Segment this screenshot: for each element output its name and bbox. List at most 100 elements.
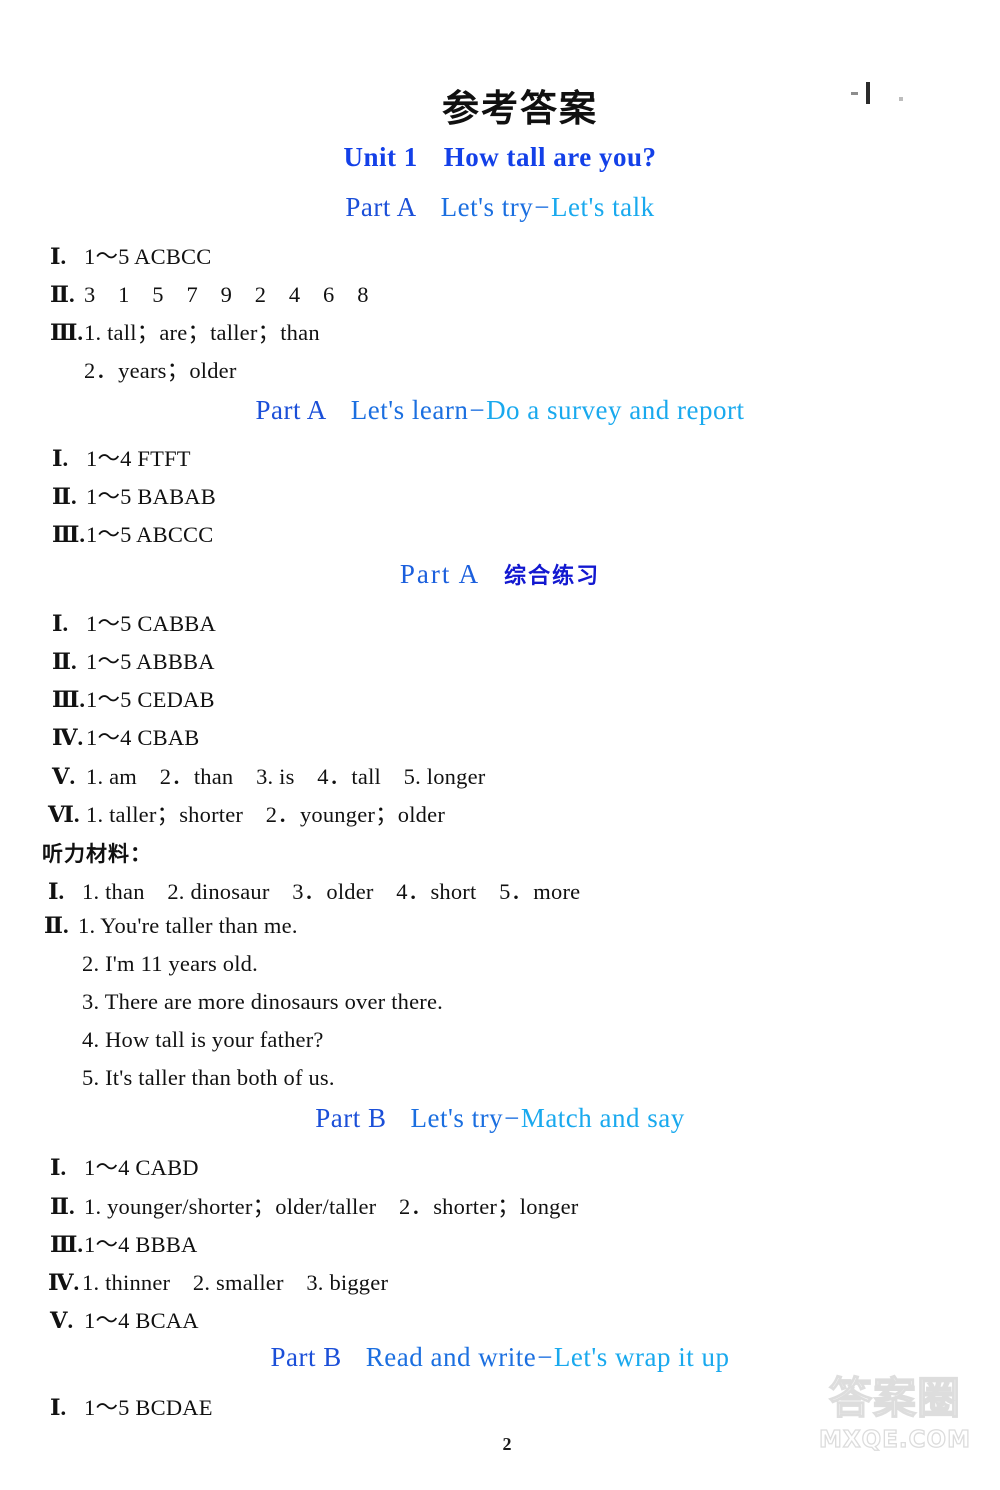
- answer-numeral: Ⅰ.: [50, 1395, 67, 1420]
- section-heading-part-a-lets-try: Part A Let's try−Let's talk: [0, 192, 1000, 223]
- answer-text: 2. I'm 11 years old.: [82, 951, 258, 976]
- answer-numeral: Ⅰ.: [52, 611, 69, 636]
- answer-text: 1～5 BABAB: [86, 484, 216, 509]
- unit-number-label: Unit 1: [343, 142, 418, 172]
- watermark: 答案圈 MXQE.COM: [800, 1374, 990, 1482]
- answer-key-page: 参考答案 Unit 1 How tall are you? Part A Let's…: [0, 0, 1000, 1490]
- answer-text: 1～5 BCDAE: [84, 1395, 213, 1420]
- part-dash: −: [537, 1342, 553, 1372]
- part-label: Part A: [345, 192, 417, 222]
- answer-line: Ⅱ. 3 1 5 7 9 2 4 6 8: [50, 277, 369, 309]
- answer-line: 2．years；older: [84, 353, 237, 385]
- answer-line: Ⅴ. 1～4 BCAA: [50, 1303, 199, 1335]
- answer-numeral: Ⅳ.: [48, 1270, 80, 1295]
- answer-line: 3. There are more dinosaurs over there.: [82, 989, 443, 1015]
- unit-name: How tall are you?: [443, 142, 657, 172]
- answer-numeral: Ⅰ.: [52, 446, 69, 471]
- answer-text: 1～4 BBBA: [84, 1232, 198, 1257]
- answer-numeral: Ⅴ.: [50, 1308, 74, 1333]
- answer-line: 4. How tall is your father?: [82, 1027, 324, 1053]
- answer-line: Ⅱ. 1. younger/shorter；older/taller 2．shor…: [50, 1189, 578, 1221]
- answer-text: 1～5 CEDAB: [86, 687, 215, 712]
- answer-line: Ⅱ. 1. You're taller than me.: [44, 913, 298, 939]
- answer-text: 1～5 ACBCC: [84, 244, 212, 269]
- answer-line: Ⅰ. 1～5 BCDAE: [50, 1390, 213, 1422]
- part-sub-left: Read and write: [365, 1342, 537, 1372]
- answer-line: Ⅲ.1. tall；are；taller；than: [50, 315, 320, 347]
- answer-line: Ⅲ.1～5 CEDAB: [52, 682, 215, 714]
- answer-numeral: Ⅲ.: [50, 320, 84, 345]
- answer-text: 2．years；older: [84, 358, 237, 383]
- part-label: Part B: [315, 1103, 387, 1133]
- unit-title: Unit 1 How tall are you?: [0, 142, 1000, 173]
- part-sub-right: Let's talk: [551, 192, 655, 222]
- answer-numeral: Ⅱ.: [44, 913, 69, 938]
- answer-line: Ⅲ.1～4 BBBA: [50, 1227, 198, 1259]
- part-sub-left: Let's try: [440, 192, 534, 222]
- answer-numeral: Ⅲ.: [50, 1232, 84, 1257]
- answer-text: 1. younger/shorter；older/taller 2．shorte…: [84, 1194, 579, 1219]
- part-sub-right: Match and say: [520, 1103, 685, 1133]
- answer-line: Ⅴ. 1. am 2．than 3. is 4．tall 5. longer: [52, 759, 485, 791]
- answer-text: 1～4 FTFT: [86, 446, 191, 471]
- answer-numeral: Ⅴ.: [52, 764, 76, 789]
- section-heading-part-a-comprehensive: Part A 综合练习: [0, 558, 1000, 590]
- part-sub-right: Do a survey and report: [486, 395, 745, 425]
- part-label: Part B: [270, 1342, 342, 1372]
- answer-numeral: Ⅱ.: [52, 649, 77, 674]
- answer-line: Ⅰ. 1～5 CABBA: [52, 606, 216, 638]
- part-label: Part A: [255, 395, 327, 425]
- answer-line: Ⅳ. 1～4 CBAB: [52, 720, 200, 752]
- answer-line: Ⅰ. 1～4 CABD: [50, 1150, 199, 1182]
- watermark-chinese-text: 答案圈: [828, 1374, 961, 1424]
- answer-line: Ⅰ. 1～4 FTFT: [52, 441, 191, 473]
- part-chinese-label: 综合练习: [504, 564, 601, 589]
- listening-material-label: 听力材料：: [42, 842, 152, 866]
- part-sub-right: Let's wrap it up: [553, 1342, 730, 1372]
- answer-numeral: Ⅲ.: [52, 687, 86, 712]
- answer-text: 4. How tall is your father?: [82, 1027, 324, 1052]
- answer-text: 1. thinner 2. smaller 3. bigger: [82, 1270, 389, 1295]
- answer-text: 1～5 CABBA: [86, 611, 216, 636]
- answer-numeral: Ⅵ.: [48, 802, 80, 827]
- answer-text: 3. There are more dinosaurs over there.: [82, 989, 443, 1014]
- answer-line: 5. It's taller than both of us.: [82, 1065, 335, 1091]
- part-dash: −: [504, 1103, 520, 1133]
- answer-line: Ⅱ. 1～5 BABAB: [52, 479, 216, 511]
- part-dash: −: [469, 395, 486, 425]
- answer-numeral: Ⅰ.: [50, 244, 67, 269]
- answer-numeral: Ⅰ.: [48, 879, 65, 904]
- answer-line: Ⅳ. 1. thinner 2. smaller 3. bigger: [48, 1265, 388, 1297]
- page-title: 参考答案: [442, 87, 598, 130]
- answer-text: 1. You're taller than me.: [78, 913, 298, 938]
- page-number: 2: [502, 1434, 512, 1454]
- section-heading-part-b-lets-try: Part B Let's try−Match and say: [0, 1103, 1000, 1134]
- answer-numeral: Ⅳ.: [52, 725, 84, 750]
- answer-text: 1～5 ABBBA: [86, 649, 215, 674]
- answer-numeral: Ⅱ.: [52, 484, 77, 509]
- answer-line: Ⅵ. 1. taller；shorter 2．younger；older: [48, 797, 445, 829]
- section-heading-part-b-read-and-write: Part B Read and write−Let's wrap it up: [0, 1342, 1000, 1373]
- answer-numeral: Ⅱ.: [50, 282, 75, 307]
- section-heading-part-a-lets-learn: Part A Let's learn−Do a survey and report: [0, 395, 1000, 426]
- answer-text: 1. tall；are；taller；than: [84, 320, 320, 345]
- answer-line: Ⅰ. 1～5 ACBCC: [50, 239, 211, 271]
- answer-text: 1. than 2. dinosaur 3．older 4．short 5．mo…: [82, 879, 581, 904]
- answer-line: Ⅱ. 1～5 ABBBA: [52, 644, 215, 676]
- answer-text: 1. am 2．than 3. is 4．tall 5. longer: [86, 764, 486, 789]
- answer-text: 5. It's taller than both of us.: [82, 1065, 335, 1090]
- answer-text: 1. taller；shorter 2．younger；older: [86, 802, 446, 827]
- answer-text: 1～4 CBAB: [86, 725, 200, 750]
- answer-text: 3 1 5 7 9 2 4 6 8: [84, 282, 369, 307]
- answer-text: 1～5 ABCCC: [86, 522, 214, 547]
- answer-line: Ⅰ. 1. than 2. dinosaur 3．older 4．short 5．…: [48, 874, 580, 906]
- answer-text: 1～4 BCAA: [84, 1308, 199, 1333]
- answer-numeral: Ⅱ.: [50, 1194, 75, 1219]
- part-label: Part A: [399, 559, 481, 589]
- answer-text: 1～4 CABD: [84, 1155, 199, 1180]
- part-sub-left: Let's try: [410, 1103, 504, 1133]
- part-sub-left: Let's learn: [350, 395, 469, 425]
- answer-numeral: Ⅲ.: [52, 522, 86, 547]
- answer-numeral: Ⅰ.: [50, 1155, 67, 1180]
- answer-line: 2. I'm 11 years old.: [82, 951, 258, 977]
